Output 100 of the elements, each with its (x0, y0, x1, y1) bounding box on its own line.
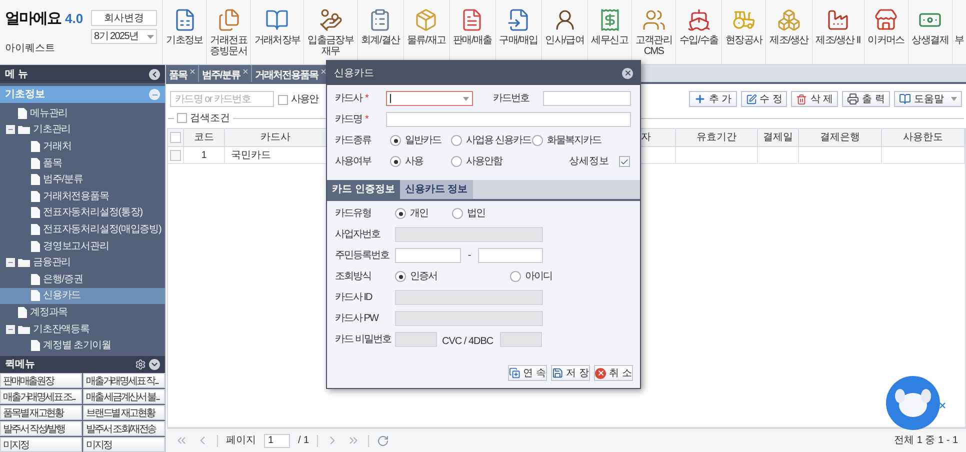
tree-item[interactable]: 전표자동처리설정(통장) (0, 204, 165, 222)
dialog-tab[interactable]: 카드 인증정보 (327, 180, 400, 199)
tree-item[interactable]: 기초잔액등록 (0, 320, 165, 338)
close-icon[interactable] (622, 68, 633, 78)
record-summary: 전체 1 중 1 - 1 (894, 434, 958, 448)
tree-item[interactable]: 전표자동처리설정(매입증빙) (0, 221, 165, 238)
settings-icon[interactable] (135, 359, 146, 370)
tree-item[interactable]: 기초관리 (0, 122, 165, 138)
first-page-icon[interactable] (175, 434, 188, 447)
toolbar-button[interactable]: 수 정 (740, 91, 788, 107)
module-button[interactable]: 제조/생산 (765, 0, 812, 64)
close-icon[interactable] (242, 68, 249, 75)
radio-button[interactable] (390, 135, 401, 146)
file-icon (31, 207, 40, 218)
field-label: CVC / 4DBC (442, 336, 494, 346)
toolbar-button[interactable]: 추 가 (688, 91, 737, 107)
checkbox[interactable] (619, 156, 630, 167)
collapse-icon[interactable] (149, 68, 160, 80)
module-button[interactable]: 부 (952, 0, 966, 64)
tree-item[interactable]: 계정과목 (0, 304, 165, 321)
toolbar-button[interactable]: 출 력 (842, 91, 890, 107)
tree-item[interactable]: 품목 (0, 154, 165, 172)
printer-icon (847, 93, 860, 105)
page-label: 페이지 (226, 434, 256, 448)
close-icon[interactable] (938, 401, 947, 410)
collapse-toggle[interactable] (6, 258, 15, 268)
change-company-button[interactable]: 회사변경 (91, 10, 157, 26)
field-label: 카드사 PW (335, 312, 378, 326)
card-company-select[interactable] (386, 91, 473, 106)
chatbot-icon[interactable] (886, 376, 940, 430)
radio-button[interactable] (532, 135, 543, 146)
radio-button[interactable] (510, 271, 521, 282)
tree-item[interactable]: 메뉴관리 (0, 105, 165, 122)
dialog-button[interactable]: 취 소 (594, 365, 633, 381)
checkbox[interactable] (278, 94, 288, 104)
radio-button[interactable] (451, 135, 462, 146)
radio-button[interactable] (395, 208, 406, 219)
input-field[interactable] (395, 248, 461, 263)
module-button[interactable]: 거래처장부 (250, 0, 304, 64)
input-field[interactable] (478, 248, 543, 263)
field-label: 카드사 ID (335, 291, 372, 305)
quick-menu-item[interactable]: 매출거래명세표 작... (83, 373, 165, 388)
radio-button[interactable] (452, 208, 463, 219)
dialog-button[interactable]: 연 속 (508, 365, 547, 381)
document-tab[interactable]: 범주/분류 (199, 65, 252, 82)
module-button[interactable]: 거래전표 증빙문서 (206, 0, 250, 64)
quick-menu-item[interactable]: 브랜드별 재고현황 (83, 405, 165, 420)
quick-menu-item[interactable]: 매출거래명세표 조... (0, 389, 82, 404)
quick-menu-item[interactable]: 미지정 (0, 437, 82, 452)
field-label: 카드유형 (335, 207, 371, 221)
dialog-title: 신용카드 (334, 66, 374, 80)
tree-item[interactable]: 범주/분류 (0, 171, 165, 188)
boxes-icon (776, 8, 801, 32)
quick-menu-item[interactable]: 품목별 재고현황 (0, 405, 82, 420)
field-label: 주민등록번호 (335, 249, 389, 263)
tree-item[interactable]: 계정별 초기이월 (0, 337, 165, 354)
quick-menu-item[interactable]: 발주서 조회/재전송 (83, 421, 165, 436)
folder-icon (18, 324, 30, 334)
page-field[interactable]: 1 (264, 434, 290, 448)
period-select[interactable]: 8기 2025년 (91, 29, 157, 44)
module-button[interactable]: 이커머스 (864, 0, 908, 64)
radio-button[interactable] (395, 271, 406, 282)
radio-button[interactable] (451, 156, 462, 167)
field-label: 카드번호 (493, 92, 529, 106)
collapse-toggle[interactable] (6, 125, 15, 134)
input-field[interactable] (543, 91, 631, 106)
field-label: 카드 비밀번호 (335, 333, 391, 347)
tree-item[interactable]: 거래처 (0, 138, 165, 155)
checkbox[interactable] (170, 132, 181, 143)
quick-menu-item[interactable]: 발주서 작성/발행 (0, 421, 82, 436)
quick-menu-item[interactable]: 미지정 (83, 437, 165, 452)
file-icon (31, 240, 40, 252)
checkbox[interactable] (177, 113, 187, 123)
document-tab[interactable]: 품목 (166, 65, 199, 82)
collapse-toggle[interactable] (6, 324, 15, 334)
close-icon[interactable] (320, 68, 327, 75)
quick-menu-item[interactable]: 매출 세금계산서 불... (83, 389, 165, 404)
module-button[interactable]: 현장공사 (721, 0, 766, 64)
refresh-icon[interactable] (377, 434, 390, 446)
radio-button[interactable] (390, 156, 401, 167)
module-button[interactable]: 제조/생산 II (812, 0, 864, 64)
input-field[interactable] (386, 112, 631, 127)
close-icon[interactable] (189, 68, 196, 75)
tree-item[interactable]: 은행/증권 (0, 270, 165, 288)
module-button[interactable]: 상생결제 (908, 0, 952, 64)
file-icon (18, 306, 27, 318)
cancel-icon (595, 368, 606, 378)
field-label: 사용여부 (335, 155, 371, 169)
toolbar-button[interactable]: 삭 제 (791, 91, 838, 107)
module-button[interactable]: 수입/수출 (675, 0, 722, 64)
tree-item[interactable]: 경영보고서관리 (0, 238, 165, 254)
expand-icon[interactable] (149, 359, 160, 370)
dialog-tab[interactable]: 신용카드 정보 (400, 180, 473, 199)
tree-item[interactable]: 금융관리 (0, 254, 165, 271)
checkbox[interactable] (170, 150, 181, 160)
toolbar-button[interactable]: 도움말 (894, 91, 962, 107)
dialog-button[interactable]: 저 장 (551, 365, 590, 381)
quick-menu-item[interactable]: 판매매출원장 (0, 373, 82, 388)
tree-item[interactable]: 거래처전용품목 (0, 188, 165, 205)
module-button[interactable]: 기초정보 (162, 0, 206, 64)
